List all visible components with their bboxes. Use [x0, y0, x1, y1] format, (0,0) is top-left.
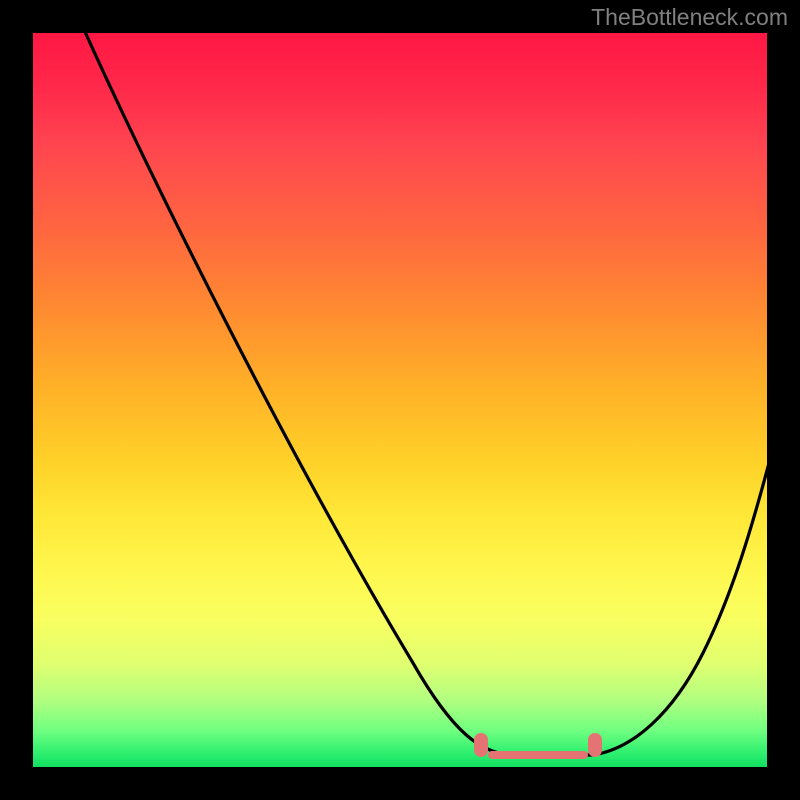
watermark-text: TheBottleneck.com [591, 4, 788, 31]
highlight-marker-right [588, 733, 602, 757]
bottleneck-curve [81, 33, 767, 755]
highlight-marker-flat [488, 751, 588, 759]
curve-svg [33, 33, 767, 767]
highlight-marker-left [474, 733, 488, 757]
plot-area [33, 33, 767, 767]
